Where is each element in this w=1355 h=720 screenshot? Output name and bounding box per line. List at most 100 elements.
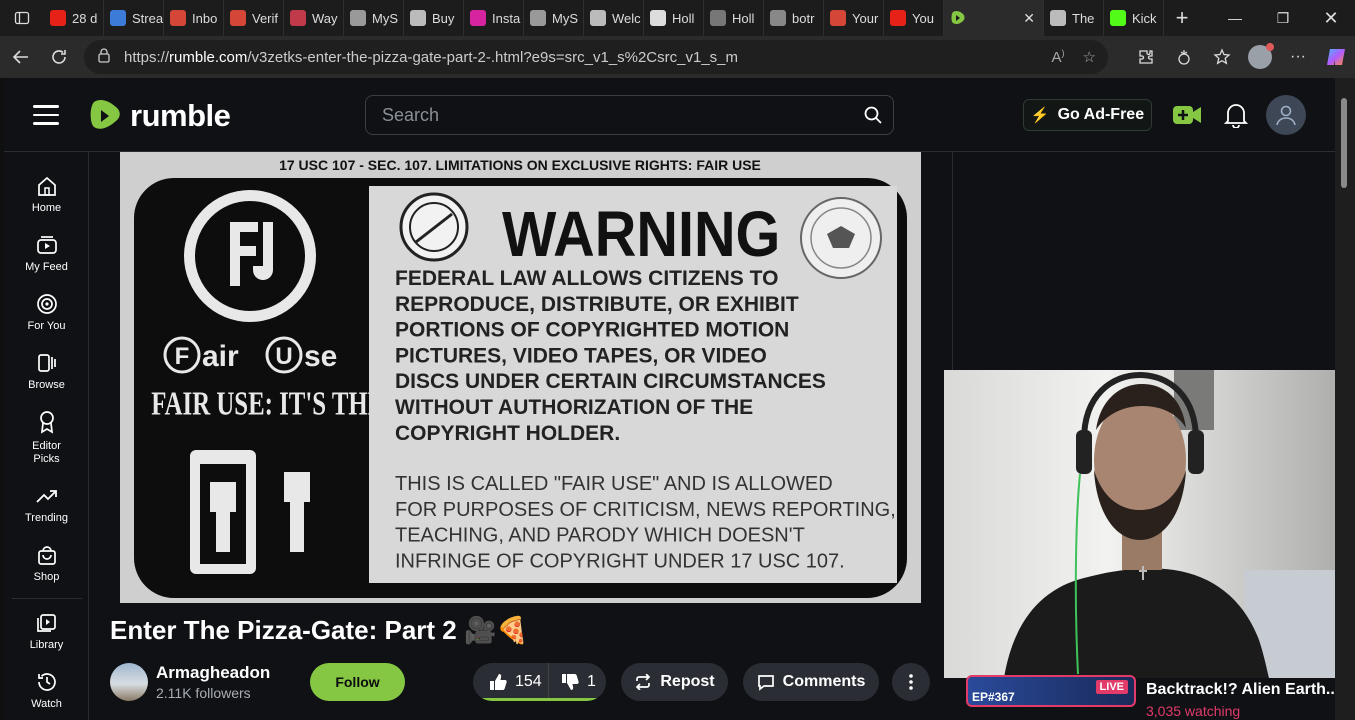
search-icon[interactable] [863,105,883,125]
go-ad-free-button[interactable]: ⚡ Go Ad-Free [1023,99,1152,131]
upload-video-icon[interactable] [1172,100,1202,130]
browser-tab-label: Way [312,10,338,26]
browser-tab[interactable]: Verif [224,0,284,36]
read-aloud-icon[interactable]: A) [1052,48,1065,66]
frame-fine-line: INFRINGE OF COPYRIGHT UNDER 17 USC 107. [395,550,845,572]
browser-tab[interactable]: Holl [704,0,764,36]
browser-tab-label: Strea [132,10,164,26]
thumbs-up-icon [490,674,507,690]
frame-fine-line: FOR PURPOSES OF CRITICISM, NEWS REPORTIN… [395,499,896,521]
sidebar-item-watch-history[interactable]: Watch [4,668,89,710]
related-video-thumbnail[interactable]: LIVE EP#367 [966,675,1136,707]
browser-tab-label: MyS [372,10,398,26]
back-button[interactable] [2,36,40,78]
scrollbar-thumb[interactable] [1341,98,1347,188]
comments-button[interactable]: Comments [743,663,879,701]
channel-followers: 2.11K followers [156,685,251,701]
fair-use-logo-letter-1: F [175,343,190,370]
history-icon [37,673,56,691]
downvote-button[interactable]: 1 [549,673,596,691]
go-ad-free-label: Go Ad-Free [1057,106,1145,123]
browser-tab[interactable]: Buy [404,0,464,36]
repost-button[interactable]: Repost [621,663,728,701]
browser-tab[interactable]: botr [764,0,824,36]
favorites-icon[interactable] [1203,36,1241,78]
browser-tab[interactable]: Welc [584,0,644,36]
video-player[interactable]: 17 USC 107 - SEC. 107. LIMITATIONS ON EX… [120,152,921,603]
mask-icon [290,10,306,26]
user-avatar[interactable] [1266,95,1306,135]
live-badge: LIVE [1095,680,1128,694]
award-icon [39,411,54,434]
browser-tab-label: 28 d [72,10,98,26]
sidebar-item-label: Library [29,639,64,651]
rumble-logo[interactable]: rumble [88,96,231,136]
frame-body-line: FEDERAL LAW ALLOWS CITIZENS TO [395,267,778,290]
browser-tab[interactable]: Way [284,0,344,36]
more-options-button[interactable] [892,663,930,701]
close-window-button[interactable]: ✕ [1307,0,1355,36]
menu-hamburger-icon[interactable] [33,105,59,125]
sidebar-item-for-you[interactable]: For You [4,290,89,332]
channel-name[interactable]: Armagheadon [156,663,270,683]
browser-tab-label: Insta [492,10,521,26]
search-input[interactable]: Search [365,95,894,135]
tab-actions-button[interactable] [0,0,44,36]
sidebar-item-my-feed[interactable]: My Feed [4,231,89,273]
episode-label: EP#367 [972,690,1015,704]
browser-tab[interactable]: MyS [344,0,404,36]
vote-widget: 154 1 [473,663,606,701]
browser-tab[interactable]: Holl [644,0,704,36]
restore-button[interactable]: ❐ [1259,0,1307,36]
kick-icon [1110,10,1126,26]
browser-tab[interactable]: Kick [1104,0,1164,36]
lock-icon [98,47,114,67]
browser-tab[interactable]: MyS [524,0,584,36]
browser-tab[interactable]: Strea [104,0,164,36]
browser-tab-label: Welc [612,10,641,26]
sidebar-item-trending[interactable]: Trending [4,482,89,524]
new-tab-button[interactable]: + [1164,0,1200,36]
globe-icon [530,10,546,26]
minimize-button[interactable]: — [1211,0,1259,36]
sidebar-item-browse[interactable]: Browse [4,349,89,391]
profile-avatar-icon[interactable] [1241,36,1279,78]
related-video-title[interactable]: Backtrack!? Alien Earth... [1146,681,1339,699]
browser-tab[interactable]: The [1044,0,1104,36]
follow-button[interactable]: Follow [310,663,405,701]
sidebar-item-editor-picks[interactable]: Editor Picks [4,408,89,466]
feed-icon [36,236,57,254]
browser-essentials-icon[interactable] [1165,36,1203,78]
browser-tab[interactable]: ✕ [944,0,1044,36]
close-tab-icon[interactable]: ✕ [1023,10,1035,27]
favorite-star-icon[interactable]: ☆ [1083,48,1096,66]
refresh-button[interactable] [40,36,78,78]
webcam-person-image [944,370,1355,678]
related-watching-count: 3,035 watching [1146,703,1241,719]
pw-icon [710,10,726,26]
extensions-icon[interactable] [1127,36,1165,78]
channel-avatar[interactable] [110,663,148,701]
settings-more-icon[interactable]: ··· [1279,36,1317,78]
browser-tab[interactable]: 28 d [44,0,104,36]
url-host: rumble.com [169,48,248,66]
sidebar-item-library[interactable]: Library [4,609,89,651]
frame-top-line: 17 USC 107 - SEC. 107. LIMITATIONS ON EX… [279,157,761,173]
page-scrollbar[interactable] [1335,78,1355,720]
browser-tab-label: The [1072,10,1095,26]
browse-icon [37,354,56,372]
sidebar-item-home[interactable]: Home [4,172,89,214]
browser-tab[interactable]: You [884,0,944,36]
copilot-icon[interactable] [1317,36,1355,78]
sidebar-item-label: Editor Picks [32,440,61,465]
browser-tab[interactable]: Your [824,0,884,36]
url-field[interactable]: https://rumble.com/v3zetks-enter-the-piz… [84,40,1108,74]
frame-body-line: REPRODUCE, DISTRIBUTE, OR EXHIBIT [395,293,799,316]
upvote-button[interactable]: 154 [473,663,549,701]
sidebar-item-shop[interactable]: Shop [4,541,89,583]
browser-tab[interactable]: Inbo [164,0,224,36]
notifications-bell-icon[interactable] [1221,100,1251,130]
window-controls: — ❐ ✕ [1211,0,1355,36]
browser-tab[interactable]: Insta [464,0,524,36]
webcam-overlay [944,370,1355,678]
